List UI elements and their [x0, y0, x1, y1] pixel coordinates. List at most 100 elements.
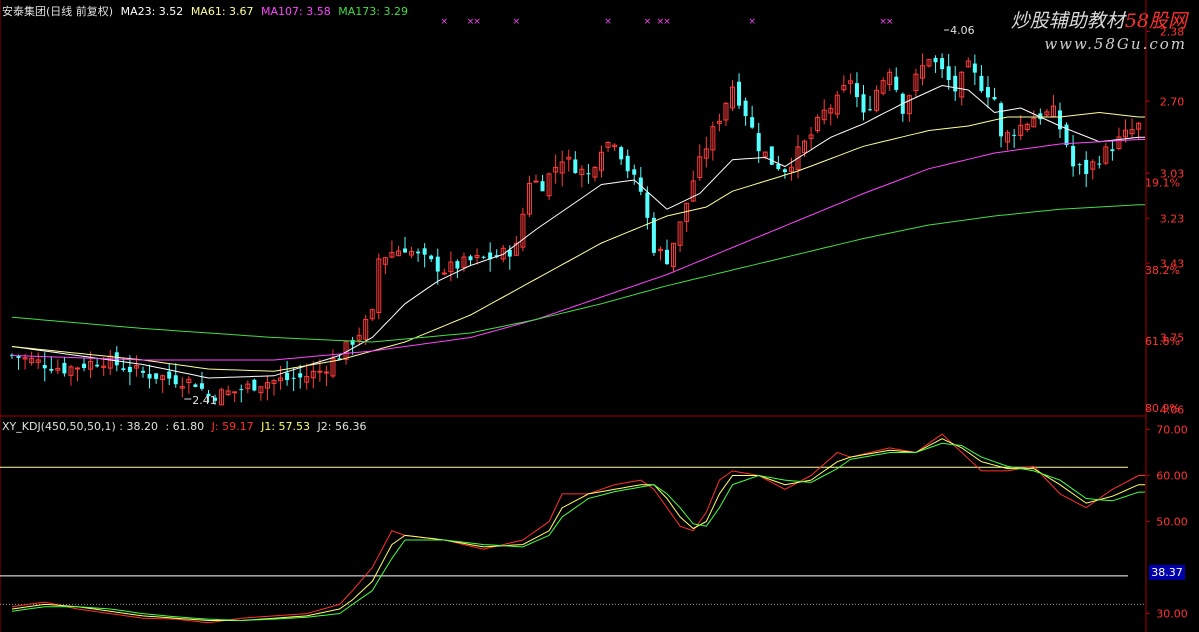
price-axis-label: 3.23: [1160, 212, 1185, 225]
indicator-j-label: J: 59.17: [211, 420, 254, 433]
signal-mark: ×: [644, 17, 652, 27]
signal-mark: ×: [663, 17, 671, 27]
indicator-j2-label: J2: 56.36: [317, 420, 367, 433]
candle-body-down: [953, 75, 958, 92]
kdj-j-line: [11, 433, 1146, 624]
candle-body-up: [75, 367, 80, 370]
candle-body-down: [972, 63, 977, 73]
candle-body-down: [167, 371, 172, 379]
candle-body-down: [403, 248, 407, 253]
candle-body-down: [154, 373, 159, 379]
watermark-text: 炒股辅助教材: [1010, 10, 1125, 32]
candle-body-down: [141, 370, 145, 373]
stock-title: 安泰集团(日线 前复权): [2, 5, 114, 18]
candle-body-down: [946, 66, 951, 80]
candle-body-down: [193, 384, 198, 387]
candle-body-down: [1012, 134, 1017, 136]
candle-body-down: [737, 81, 742, 106]
signal-mark: ×: [513, 17, 521, 27]
indicator-j1-label: J1: 57.53: [261, 420, 311, 433]
ma61-label: MA61: 3.67: [190, 5, 254, 18]
candle-body-down: [429, 255, 434, 260]
high-price-annotation: 4.06: [950, 24, 975, 37]
candle-body-down: [95, 364, 100, 367]
candle-body-down: [979, 75, 984, 91]
candle-body-down: [992, 96, 997, 100]
candle-body-down: [894, 76, 899, 90]
candle-body-down: [999, 103, 1004, 137]
candle-body-down: [756, 133, 761, 152]
candle-body-down: [1110, 149, 1115, 152]
candle-body-down: [1097, 163, 1102, 165]
candle-body-down: [121, 368, 126, 370]
signal-mark: ×: [441, 17, 449, 27]
candle-body-down: [435, 256, 440, 272]
candle-body-down: [540, 181, 545, 192]
candle-body-down: [645, 192, 650, 218]
candle-body-down: [298, 373, 303, 378]
ma23-line: [11, 84, 1146, 379]
ma61-line: [11, 111, 1146, 372]
indicator-header: XY_KDJ(450,50,50,1) : 38.20 : 61.80 J: 5…: [2, 420, 370, 433]
candle-body-down: [933, 57, 938, 63]
candle-body-down: [127, 366, 132, 373]
candle-body-down: [1071, 145, 1076, 167]
kdj-j1-line: [11, 438, 1146, 621]
ma107-label: MA107: 3.58: [261, 5, 331, 18]
indicator-v1: : 38.20: [119, 420, 158, 433]
indicator-title: XY_KDJ(450,50,50,1): [2, 420, 116, 433]
chart-canvas[interactable]: 4.063.753.433.233.032.702.3880.9%61.8%38…: [0, 0, 1199, 632]
candle-body-down: [416, 251, 421, 254]
candle-body-down: [455, 261, 460, 269]
kdj-j2-line: [11, 442, 1146, 622]
candle-body-down: [940, 58, 945, 70]
kdj-axis-label: 50.00: [1156, 516, 1188, 529]
ma173-label: MA173: 3.29: [338, 5, 408, 18]
candle-body-down: [239, 389, 244, 391]
candle-body-down: [82, 363, 87, 369]
watermark: 炒股辅助教材58股网 www.58Gu.com: [1011, 6, 1187, 53]
ma173-line: [11, 204, 1146, 343]
pct-axis-label: 19.1%: [1145, 176, 1180, 189]
ma23-label: MA23: 3.52: [120, 5, 184, 18]
candle-body-down: [861, 94, 866, 113]
candle-body-down: [481, 256, 486, 258]
low-price-annotation: 2.41: [192, 394, 217, 407]
candle-body-down: [743, 100, 748, 117]
signal-mark: ×: [604, 17, 612, 27]
pct-axis-label: 61.8%: [1145, 335, 1180, 348]
candle-body-down: [854, 83, 859, 98]
candle-body-down: [422, 248, 427, 255]
candle-body-down: [49, 368, 54, 371]
candle-body-down: [665, 249, 669, 265]
candle-body-down: [147, 373, 152, 379]
main-chart-header: 安泰集团(日线 前复权) MA23: 3.52 MA61: 3.67 MA107…: [2, 3, 412, 19]
signal-mark: ×: [886, 17, 894, 27]
pct-axis-label: 38.2%: [1145, 264, 1180, 277]
ma107-line: [11, 139, 1146, 361]
candle-body-down: [285, 372, 290, 381]
candle-body-down: [1084, 159, 1089, 175]
candle-body-down: [573, 159, 578, 173]
candle-body-down: [750, 117, 755, 128]
signal-mark: ×: [473, 17, 481, 27]
indicator-v2: : 61.80: [165, 420, 205, 433]
kdj-axis-label: 70.00: [1156, 424, 1188, 437]
signal-mark: ×: [748, 17, 756, 27]
candle-body-up: [441, 272, 447, 275]
kdj-axis-label: 30.00: [1156, 608, 1188, 621]
stock-chart-window: 4.06 3.75 3.43 3.23 3.03 2.70 2.38 80.9% 61.8% 38…: [0, 0, 1199, 632]
candle-body-up: [232, 391, 238, 394]
watermark-url: www.58Gu.com: [1044, 35, 1187, 53]
candle-body-up: [323, 371, 329, 374]
candle-body-down: [173, 375, 178, 385]
pct-axis-label: 80.9%: [1145, 402, 1180, 415]
kdj-axis-label: 60.00: [1156, 470, 1188, 483]
candle-body-down: [651, 217, 656, 253]
candle-body-down: [625, 155, 630, 172]
candle-body-down: [291, 377, 296, 379]
candle-body-down: [632, 169, 637, 175]
candle-body-down: [868, 109, 873, 111]
candle-body-down: [586, 173, 591, 175]
candle-body-down: [619, 147, 624, 160]
